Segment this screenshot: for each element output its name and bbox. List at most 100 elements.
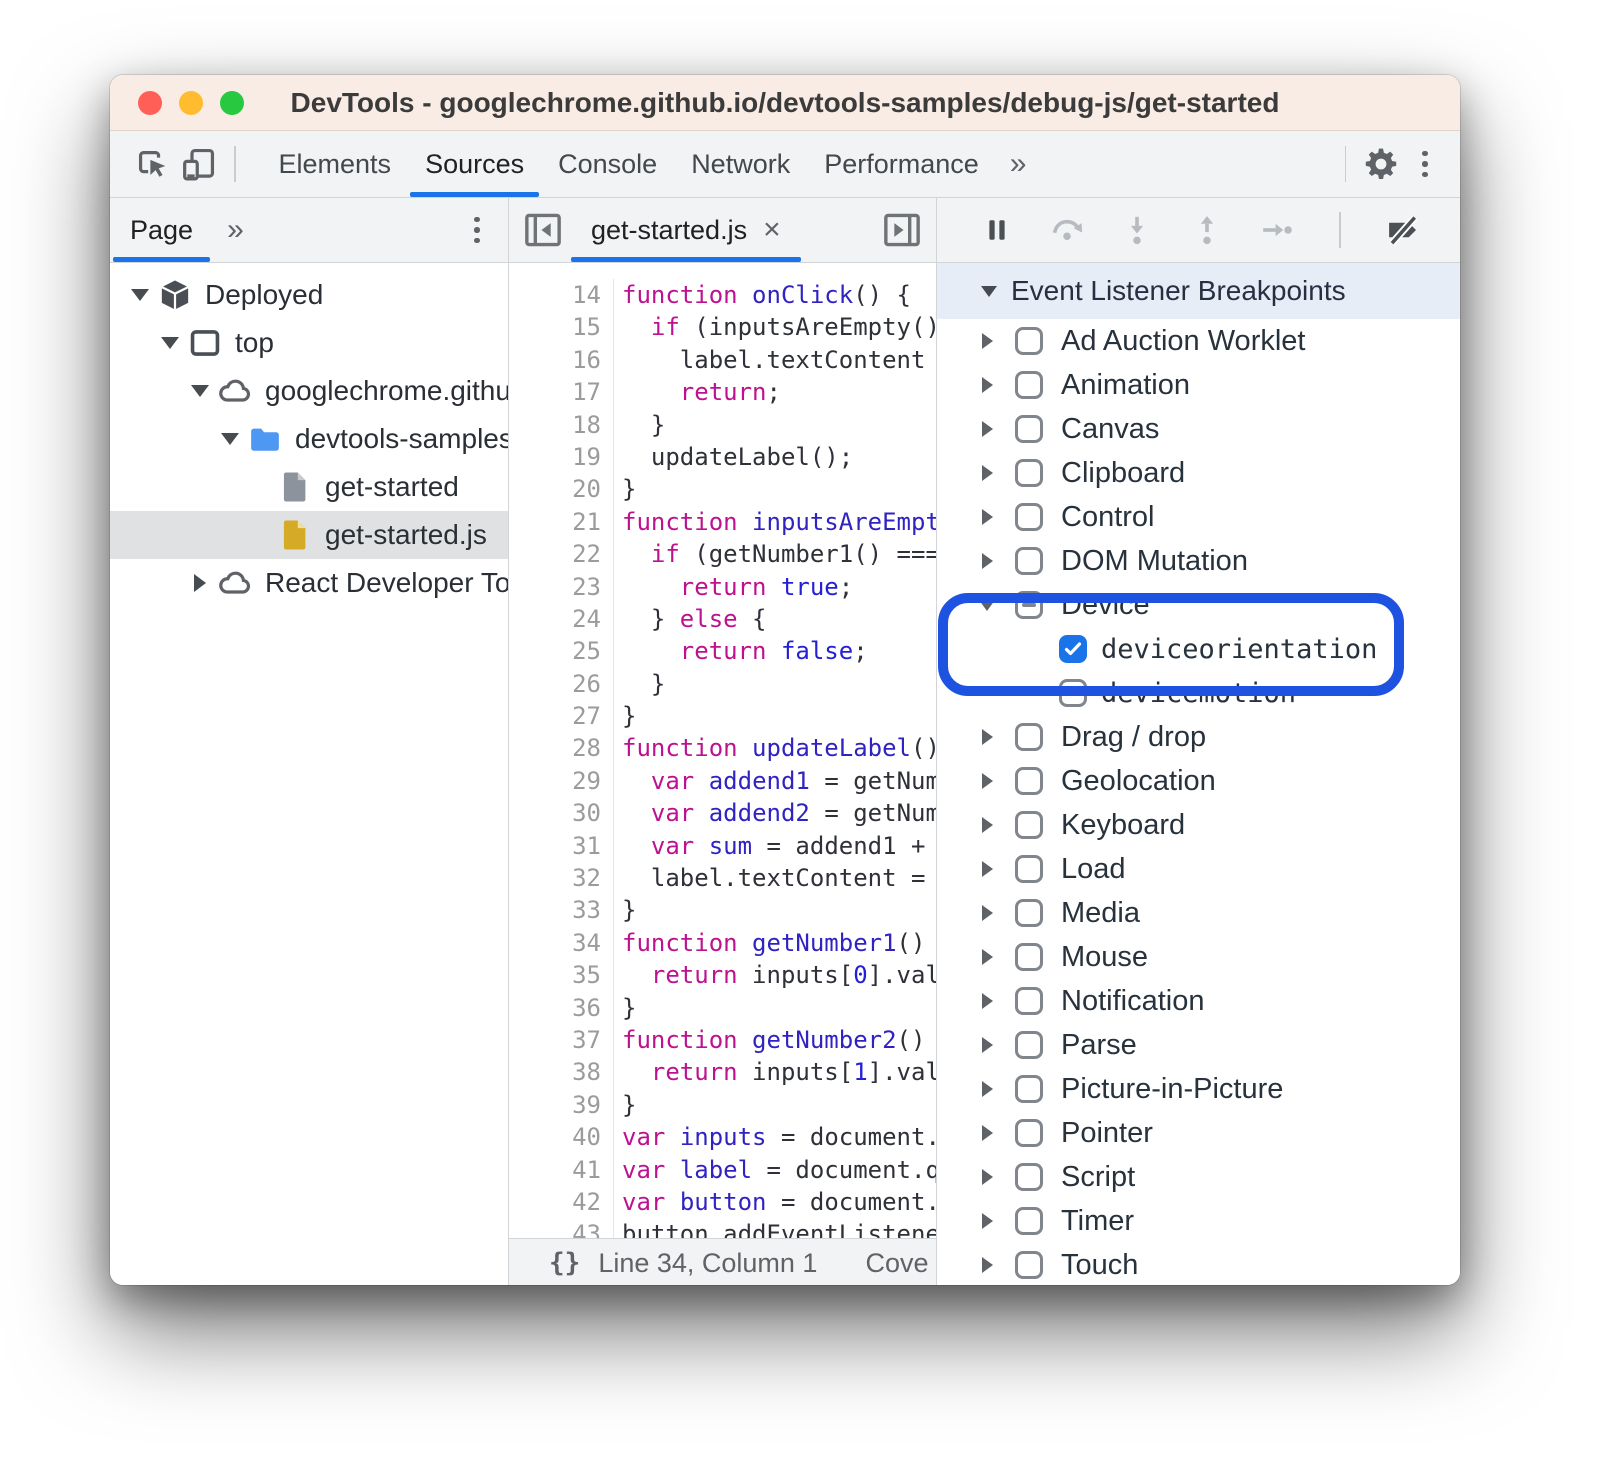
expander-icon[interactable] [969, 773, 1005, 789]
checkbox-unchecked[interactable] [1015, 767, 1043, 795]
show-debugger-icon[interactable] [882, 210, 922, 250]
line-number[interactable]: 14 [509, 279, 601, 311]
expander-icon[interactable] [969, 1213, 1005, 1229]
line-number[interactable]: 18 [509, 409, 601, 441]
line-number[interactable]: 38 [509, 1056, 601, 1088]
line-number[interactable]: 23 [509, 571, 601, 603]
checkbox-unchecked[interactable] [1015, 723, 1043, 751]
expander-icon[interactable] [969, 861, 1005, 877]
checkbox-unchecked[interactable] [1059, 679, 1087, 707]
close-tab-icon[interactable]: × [763, 215, 781, 245]
more-tabs-chevron-icon[interactable]: » [996, 147, 1041, 181]
tree-item-get-started[interactable]: get-started [110, 463, 508, 511]
tab-sources[interactable]: Sources [408, 131, 541, 197]
step-out-icon[interactable] [1187, 210, 1227, 250]
code-editor[interactable]: 14function onClick() {15 if (inputsAreEm… [509, 263, 936, 1238]
breakpoint-row-pointer[interactable]: Pointer [937, 1111, 1460, 1155]
step-icon[interactable] [1257, 210, 1297, 250]
tab-performance[interactable]: Performance [807, 131, 996, 197]
line-number[interactable]: 16 [509, 344, 601, 376]
expander-icon[interactable] [969, 1081, 1005, 1097]
line-number[interactable]: 29 [509, 765, 601, 797]
line-number[interactable]: 40 [509, 1121, 601, 1153]
line-number[interactable]: 36 [509, 992, 601, 1024]
line-number[interactable]: 22 [509, 538, 601, 570]
checkbox-unchecked[interactable] [1015, 327, 1043, 355]
expander-icon[interactable] [969, 1257, 1005, 1273]
breakpoint-row-timer[interactable]: Timer [937, 1199, 1460, 1243]
line-number[interactable]: 24 [509, 603, 601, 635]
gear-icon[interactable] [1358, 141, 1404, 187]
hide-navigator-icon[interactable] [523, 210, 563, 250]
step-into-icon[interactable] [1117, 210, 1157, 250]
checkbox-unchecked[interactable] [1015, 987, 1043, 1015]
tree-item-react-developer-tools[interactable]: React Developer Tools [110, 559, 508, 607]
breakpoint-row-device[interactable]: Device [937, 583, 1460, 627]
expander-icon[interactable] [185, 574, 215, 592]
expander-icon[interactable] [969, 949, 1005, 965]
checkbox-unchecked[interactable] [1015, 1251, 1043, 1279]
kebab-menu-icon[interactable] [1404, 141, 1446, 187]
breakpoint-row-drag-drop[interactable]: Drag / drop [937, 715, 1460, 759]
deactivate-breakpoints-icon[interactable] [1383, 210, 1423, 250]
line-number[interactable]: 42 [509, 1186, 601, 1218]
breakpoint-row-media[interactable]: Media [937, 891, 1460, 935]
expander-icon[interactable] [125, 289, 155, 301]
line-number[interactable]: 32 [509, 862, 601, 894]
line-number[interactable]: 30 [509, 797, 601, 829]
expander-icon[interactable] [155, 337, 185, 349]
checkbox-unchecked[interactable] [1015, 811, 1043, 839]
line-number[interactable]: 33 [509, 894, 601, 926]
tree-item-top[interactable]: top [110, 319, 508, 367]
tree-item-googlechrome-github-io[interactable]: googlechrome.github.io [110, 367, 508, 415]
line-number[interactable]: 41 [509, 1154, 601, 1186]
expander-icon[interactable] [969, 600, 1005, 611]
breakpoint-row-clipboard[interactable]: Clipboard [937, 451, 1460, 495]
tree-item-devtools-samples[interactable]: devtools-samples [110, 415, 508, 463]
checkbox-unchecked[interactable] [1015, 1075, 1043, 1103]
expander-icon[interactable] [969, 1169, 1005, 1185]
expander-icon[interactable] [969, 817, 1005, 833]
tab-console[interactable]: Console [541, 131, 674, 197]
line-number[interactable]: 31 [509, 830, 601, 862]
minimize-window-button[interactable] [179, 91, 203, 115]
checkbox-unchecked[interactable] [1015, 1031, 1043, 1059]
checkbox-unchecked[interactable] [1015, 371, 1043, 399]
line-number[interactable]: 43 [509, 1218, 601, 1238]
line-number[interactable]: 35 [509, 959, 601, 991]
breakpoint-row-mouse[interactable]: Mouse [937, 935, 1460, 979]
expander-icon[interactable] [969, 465, 1005, 481]
expander-icon[interactable] [969, 421, 1005, 437]
expander-icon[interactable] [969, 1037, 1005, 1053]
checkbox-unchecked[interactable] [1015, 503, 1043, 531]
breakpoint-row-script[interactable]: Script [937, 1155, 1460, 1199]
expander-icon[interactable] [185, 385, 215, 397]
breakpoint-row-canvas[interactable]: Canvas [937, 407, 1460, 451]
line-number[interactable]: 25 [509, 635, 601, 667]
breakpoint-row-picture-in-picture[interactable]: Picture-in-Picture [937, 1067, 1460, 1111]
line-number[interactable]: 34 [509, 927, 601, 959]
line-number[interactable]: 20 [509, 473, 601, 505]
step-over-icon[interactable] [1047, 210, 1087, 250]
line-number[interactable]: 26 [509, 668, 601, 700]
line-number[interactable]: 19 [509, 441, 601, 473]
breakpoint-row-control[interactable]: Control [937, 495, 1460, 539]
tab-elements[interactable]: Elements [262, 131, 409, 197]
breakpoint-row-notification[interactable]: Notification [937, 979, 1460, 1023]
breakpoint-row-geolocation[interactable]: Geolocation [937, 759, 1460, 803]
navigator-kebab-menu-icon[interactable] [456, 207, 498, 253]
more-panels-chevron-icon[interactable]: » [213, 213, 258, 247]
expander-icon[interactable] [969, 377, 1005, 393]
line-number[interactable]: 37 [509, 1024, 601, 1056]
inspect-icon[interactable] [130, 141, 176, 187]
line-number[interactable]: 21 [509, 506, 601, 538]
breakpoint-row-keyboard[interactable]: Keyboard [937, 803, 1460, 847]
editor-tab-get-started-js[interactable]: get-started.js × [569, 198, 803, 262]
checkbox-unchecked[interactable] [1015, 855, 1043, 883]
breakpoint-row-parse[interactable]: Parse [937, 1023, 1460, 1067]
expander-icon[interactable] [969, 333, 1005, 349]
close-window-button[interactable] [138, 91, 162, 115]
expander-icon[interactable] [969, 553, 1005, 569]
checkbox-unchecked[interactable] [1015, 1163, 1043, 1191]
checkbox-unchecked[interactable] [1015, 1119, 1043, 1147]
